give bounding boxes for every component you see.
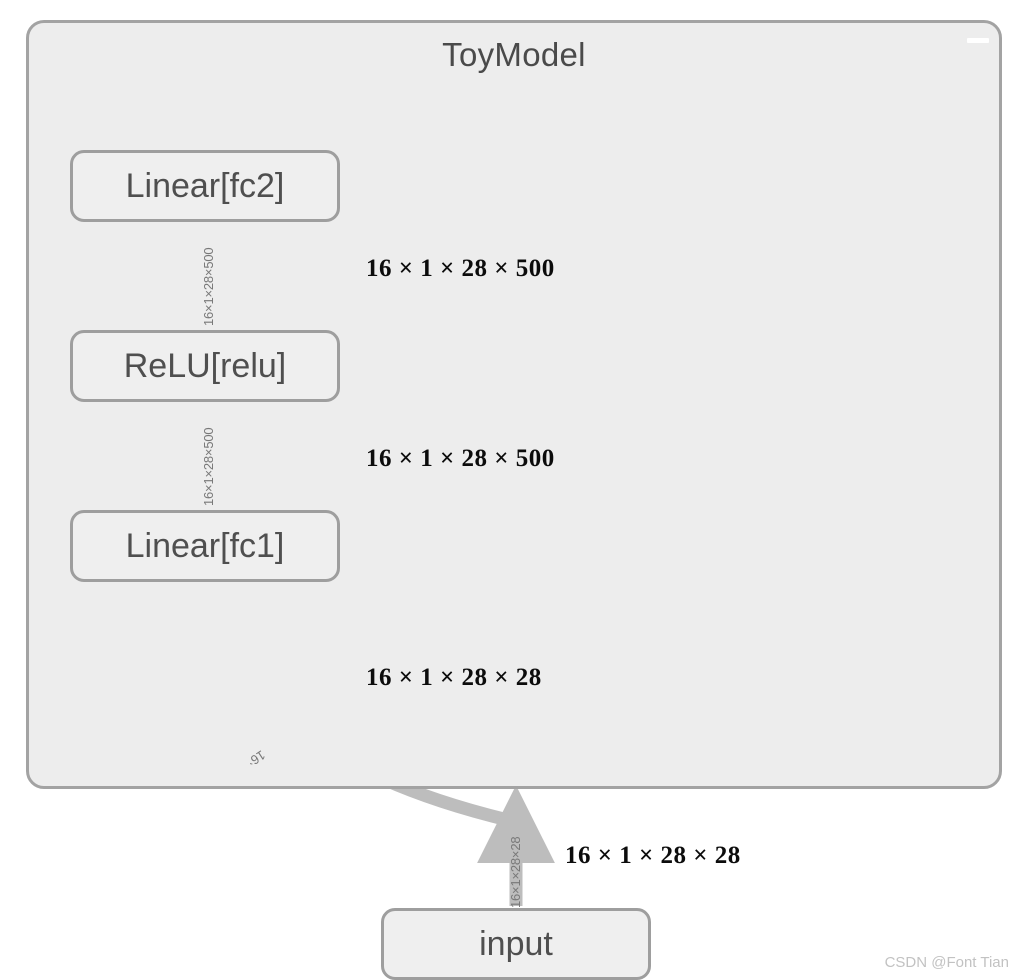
node-label: ReLU[relu] — [123, 347, 287, 385]
edge-label-fc1-to-relu: 16×1×28×500 — [201, 427, 216, 506]
edge-label-input-to-fc1: 16×1×28×28 — [250, 747, 268, 770]
node-relu[interactable]: ReLU[relu] — [70, 330, 340, 402]
node-linear-fc2[interactable]: Linear[fc2] — [70, 150, 340, 222]
tensor-shape-relu-to-fc2: 16 × 1 × 28 × 500 — [366, 255, 555, 282]
watermark: CSDN @Font Tian — [884, 954, 1009, 971]
edge-label-clip: 16×1×28×28 — [505, 820, 525, 908]
graph-title: ToyModel — [442, 36, 586, 73]
minimize-dash-icon[interactable] — [967, 38, 989, 43]
edge-label-clip: 16×1×28×28 — [250, 690, 410, 770]
node-label: Linear[fc2] — [125, 167, 285, 205]
node-label: input — [479, 925, 553, 963]
edge-label-relu-to-fc2: 16×1×28×500 — [201, 247, 216, 326]
edge-label-clip: 16×1×28×500 — [198, 240, 218, 326]
node-linear-fc1[interactable]: Linear[fc1] — [70, 510, 340, 582]
tensor-shape-input-to-fc1: 16 × 1 × 28 × 28 — [366, 664, 542, 691]
tensor-shape-input-port: 16 × 1 × 28 × 28 — [565, 842, 741, 869]
edge-label-input-port: 16×1×28×28 — [508, 836, 523, 908]
node-input[interactable]: input — [381, 908, 651, 980]
node-label: Linear[fc1] — [125, 527, 285, 565]
tensor-shape-fc1-to-relu: 16 × 1 × 28 × 500 — [366, 445, 555, 472]
edge-label-clip: 16×1×28×500 — [198, 420, 218, 506]
